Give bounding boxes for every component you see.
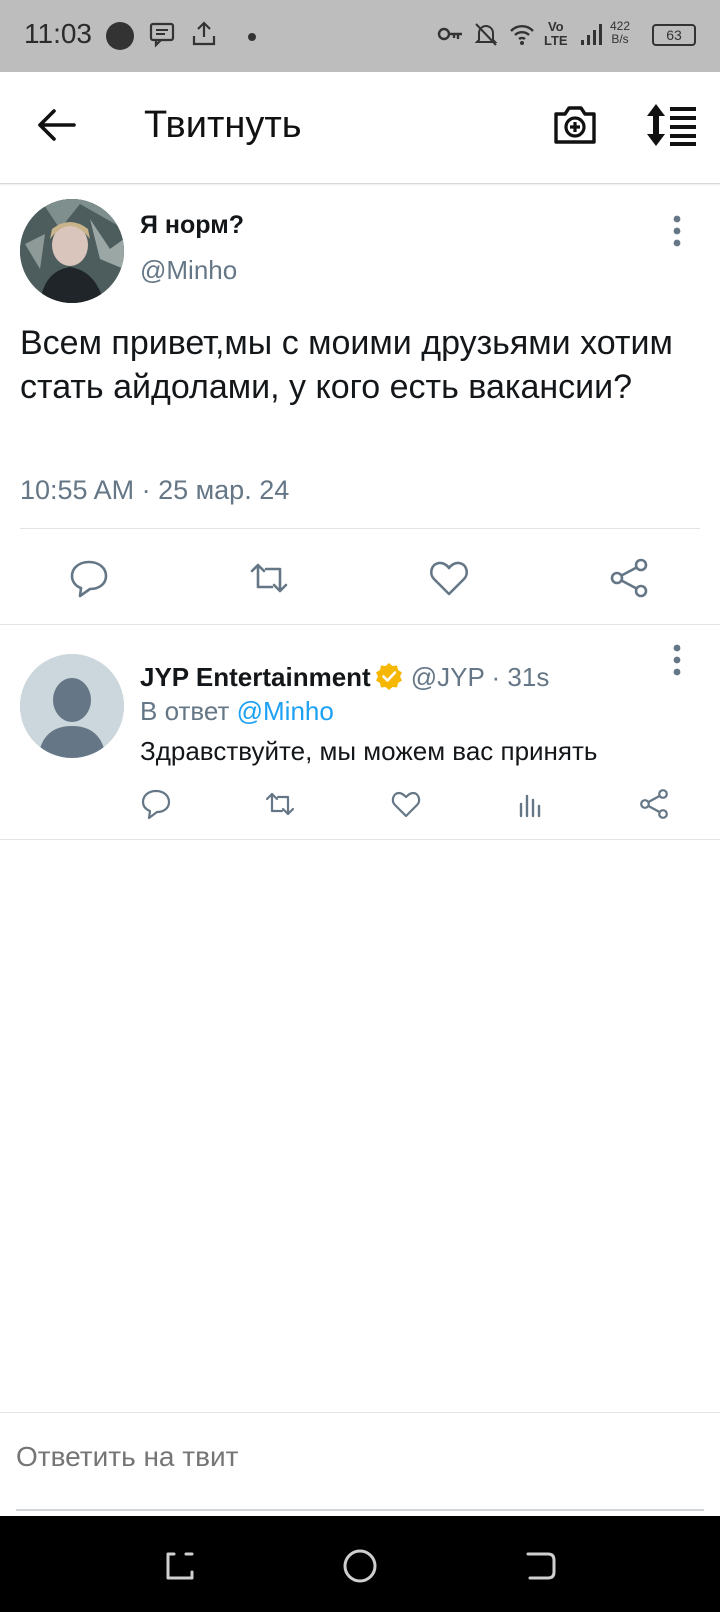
reply-input[interactable] [16,1441,377,1473]
upload-icon [192,21,216,46]
page-title: Твитнуть [144,104,302,146]
reply-header: JYP Entertainment @JYP · 31s [140,662,549,693]
analytics-icon[interactable] [514,788,546,820]
mention-link[interactable]: @Minho [237,696,334,726]
main-tweet: Я норм? @Minho Всем привет,мы с моими др… [0,185,720,625]
recent-apps-icon[interactable] [160,1546,200,1586]
default-profile-icon [20,654,124,758]
user-photo-icon [20,199,124,303]
app-header: Твитнуть [0,72,720,184]
back-arrow-icon[interactable] [34,102,80,148]
battery-indicator: 63 [652,24,696,46]
reply-icon[interactable] [140,788,172,820]
volte-indicator: Vo LTE [544,19,568,48]
camera-add-icon[interactable] [552,100,598,148]
muted-bell-icon [474,23,498,46]
signal-icon [581,24,602,45]
home-icon[interactable] [340,1546,380,1586]
share-icon[interactable] [608,557,650,599]
reply-compose-bar [0,1412,720,1516]
display-name: Я норм? [140,211,244,239]
more-options-icon[interactable] [670,642,684,678]
reply-tweet[interactable]: JYP Entertainment @JYP · 31s В ответ @Mi… [0,626,720,840]
tweet-text: Всем привет,мы с моими друзьями хотим ст… [20,324,673,406]
share-icon[interactable] [638,788,670,820]
input-underline [16,1509,704,1511]
separator: · [484,662,508,692]
vpn-key-icon [437,27,462,41]
network-speed: 422 B/s [610,19,631,46]
user-handle[interactable]: @Minho [140,255,237,286]
status-bar: 11:03 Vo LTE 422 B/s 63 [0,0,720,72]
reply-text: Здравствуйте, мы можем вас принять [140,736,598,766]
tweet-timestamp: 10:55 AM · 25 мар. 24 [20,475,290,505]
wifi-icon [510,25,534,45]
reply-icon[interactable] [68,557,110,599]
notification-circle-icon [106,22,134,50]
avatar[interactable] [20,199,124,303]
more-notifications-dot [248,33,256,41]
avatar[interactable] [20,654,124,758]
more-options-icon[interactable] [670,213,684,249]
retweet-icon[interactable] [264,788,296,820]
like-heart-icon[interactable] [390,788,422,820]
system-nav-bar [0,1516,720,1612]
display-name: JYP Entertainment [140,662,371,692]
status-time: 11:03 [24,18,92,49]
retweet-icon[interactable] [248,557,290,599]
divider [20,528,700,529]
reply-time: 31s [507,662,550,692]
message-icon [149,22,175,48]
back-nav-icon[interactable] [520,1546,560,1586]
verified-badge-icon [375,663,402,690]
in-reply-to: В ответ @Minho [140,696,334,726]
like-heart-icon[interactable] [428,557,470,599]
sort-icon[interactable] [646,102,698,148]
user-handle[interactable]: @JYP [411,662,485,692]
